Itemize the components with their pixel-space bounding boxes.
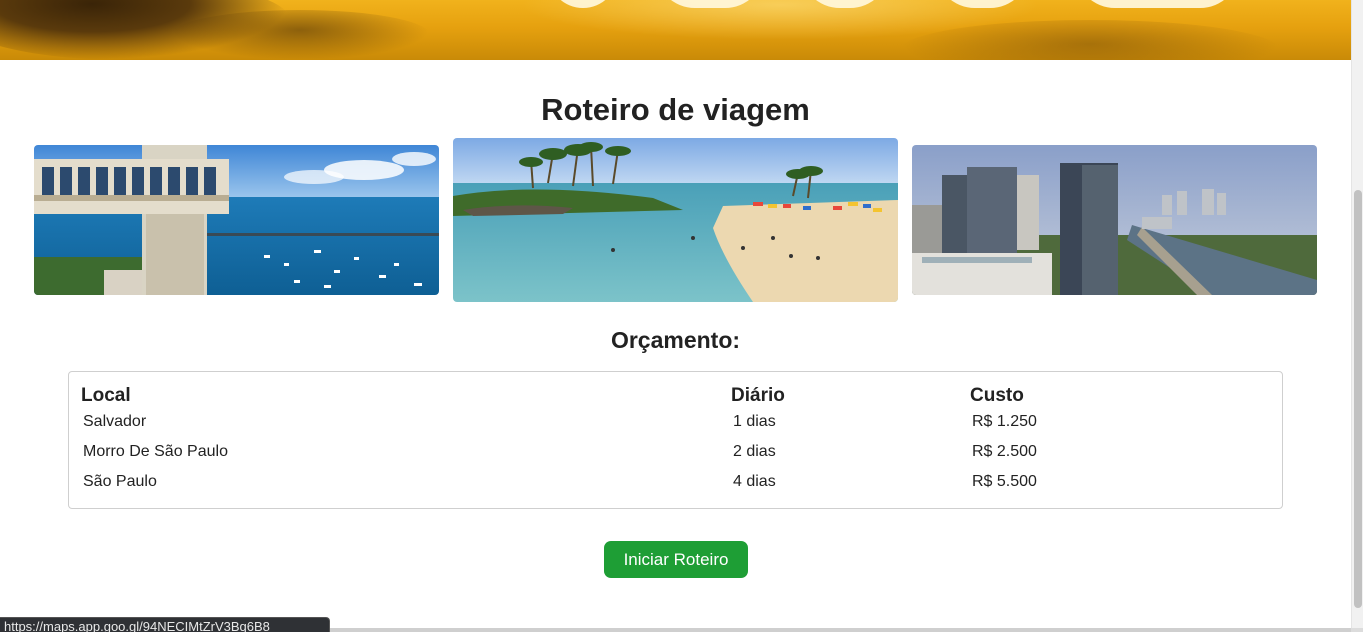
budget-table: Local Diário Custo Salvador 1 dias R$ 1.… [68, 371, 1283, 509]
morro-de-sao-paulo-photo [453, 138, 898, 302]
sao-paulo-photo [912, 145, 1317, 295]
cell-local: São Paulo [83, 473, 157, 490]
budget-title: Orçamento: [610, 327, 741, 353]
cell-local: Salvador [83, 413, 147, 430]
header-custo: Custo [970, 385, 1024, 406]
cell-diario: 1 dias [733, 413, 776, 430]
scrollbar-corner [1351, 628, 1363, 632]
banner-palm-shadow [170, 10, 430, 60]
cell-custo: R$ 5.500 [972, 473, 1037, 490]
scrollbar-thumb[interactable] [1354, 190, 1362, 608]
header-local: Local [81, 385, 131, 406]
cell-local: Morro De São Paulo [83, 443, 228, 460]
cell-custo: R$ 2.500 [972, 443, 1037, 460]
vertical-scrollbar[interactable] [1351, 0, 1363, 632]
cell-custo: R$ 1.250 [972, 413, 1037, 430]
cell-diario: 2 dias [733, 443, 776, 460]
salvador-photo [34, 145, 439, 295]
header-banner [0, 0, 1351, 60]
start-itinerary-button[interactable]: Iniciar Roteiro [604, 541, 748, 578]
banner-letter-shape [1075, 0, 1240, 8]
page-title: Roteiro de viagem [541, 92, 810, 127]
status-bar-url: https://maps.app.goo.gl/94NECIMtZrV3Bq6B… [0, 617, 330, 632]
cell-diario: 4 dias [733, 473, 776, 490]
header-diario: Diário [731, 385, 785, 406]
